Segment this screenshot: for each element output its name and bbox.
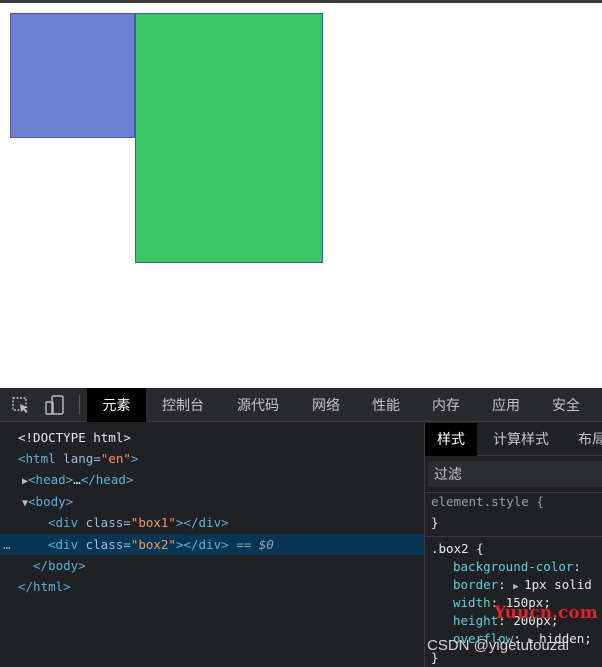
html-open-end: >	[130, 451, 139, 466]
head-ellipsis: …	[73, 472, 81, 487]
html-open-tag: <html	[18, 451, 56, 466]
tab-layout[interactable]: 布局	[578, 423, 602, 456]
html-lang-value: "en"	[100, 451, 131, 466]
tab-security[interactable]: 安全	[540, 388, 592, 422]
devtools-panel: 元素 控制台 源代码 网络 性能 内存 应用 安全 <!DOCTYPE html…	[0, 388, 602, 667]
rule-divider	[425, 536, 602, 537]
decl-prop: border	[453, 577, 499, 592]
page-viewport	[0, 3, 602, 388]
head-close-tag: </head>	[80, 472, 134, 487]
tab-sources[interactable]: 源代码	[224, 388, 292, 422]
doctype-text: <!DOCTYPE html>	[18, 430, 131, 445]
tab-performance[interactable]: 性能	[360, 388, 412, 422]
div2-close-tag: ></div>	[175, 537, 229, 552]
box2-rule-selector[interactable]: .box2 {	[431, 540, 484, 558]
dom-node-div-box1[interactable]: <div class="box1"></div>	[0, 512, 424, 533]
decl-sep: :	[498, 577, 514, 592]
devtools-toolbar: 元素 控制台 源代码 网络 性能 内存 应用 安全	[0, 388, 602, 422]
decl-sep: :	[573, 559, 589, 574]
dom-node-body-close[interactable]: </body>	[0, 555, 424, 576]
div1-class-attr: class=	[78, 515, 131, 530]
div1-class-value: "box1"	[130, 515, 176, 530]
element-style-close: }	[431, 515, 439, 530]
html-close-tag: </html>	[18, 579, 71, 594]
div1-close-tag: ></div>	[175, 515, 229, 530]
decl-prop: width	[453, 595, 491, 610]
div2-class-value: "box2"	[130, 537, 176, 552]
watermark-csdn: CSDN @yigetutouzai	[427, 637, 569, 654]
decl-prop: height	[453, 613, 499, 628]
decl-prop: background-color	[453, 559, 574, 574]
decl-value: 1px solid	[524, 577, 592, 592]
dom-node-doctype[interactable]: <!DOCTYPE html>	[0, 427, 424, 448]
body-close-tag: </body>	[33, 558, 86, 573]
tab-computed[interactable]: 计算样式	[493, 423, 549, 456]
more-actions-icon[interactable]: …	[3, 534, 11, 555]
div2-open-tag: <div	[48, 537, 79, 552]
dom-node-div-box2[interactable]: … <div class="box2"></div> == $0	[0, 534, 424, 555]
dom-node-head[interactable]: ▶<head>…</head>	[0, 469, 424, 490]
tab-console[interactable]: 控制台	[150, 388, 216, 422]
tab-styles[interactable]: 样式	[425, 423, 477, 456]
watermark-yuucn: Yuucn.com	[494, 603, 598, 623]
toolbar-separator	[79, 395, 80, 415]
styles-pane-tabs: 样式 计算样式 布局	[425, 423, 602, 456]
decl-border[interactable]: border: ▶ 1px solid	[453, 576, 592, 594]
tab-elements[interactable]: 元素	[87, 388, 146, 422]
decl-background-color[interactable]: background-color:	[453, 558, 588, 576]
div2-class-attr: class=	[78, 537, 131, 552]
box2-element	[135, 13, 323, 263]
selected-ref-text: $0	[258, 537, 274, 552]
body-open-tag: <body>	[28, 494, 74, 509]
styles-filter-input[interactable]: 过滤	[428, 461, 602, 487]
element-style-selector[interactable]: element.style {	[431, 493, 544, 511]
tab-application[interactable]: 应用	[480, 388, 532, 422]
div1-open-tag: <div	[48, 515, 79, 530]
tab-memory[interactable]: 内存	[420, 388, 472, 422]
expand-shorthand-icon[interactable]: ▶	[513, 582, 524, 592]
dom-node-html-close[interactable]: </html>	[0, 576, 424, 597]
selected-eq-text: ==	[228, 537, 259, 552]
dom-node-html[interactable]: <html lang="en">	[0, 448, 424, 469]
device-toolbar-icon[interactable]	[44, 394, 66, 416]
dom-tree-pane: <!DOCTYPE html> <html lang="en"> ▶<head>…	[0, 423, 424, 667]
dom-node-body[interactable]: ▼<body>	[0, 491, 424, 512]
tab-network[interactable]: 网络	[300, 388, 352, 422]
head-open-tag: <head>	[28, 472, 74, 487]
box1-element	[10, 13, 135, 138]
styles-pane: 样式 计算样式 布局 过滤 element.style { } .box2 { …	[424, 423, 602, 667]
inspect-element-icon[interactable]	[10, 394, 32, 416]
html-lang-attr: lang=	[55, 451, 101, 466]
